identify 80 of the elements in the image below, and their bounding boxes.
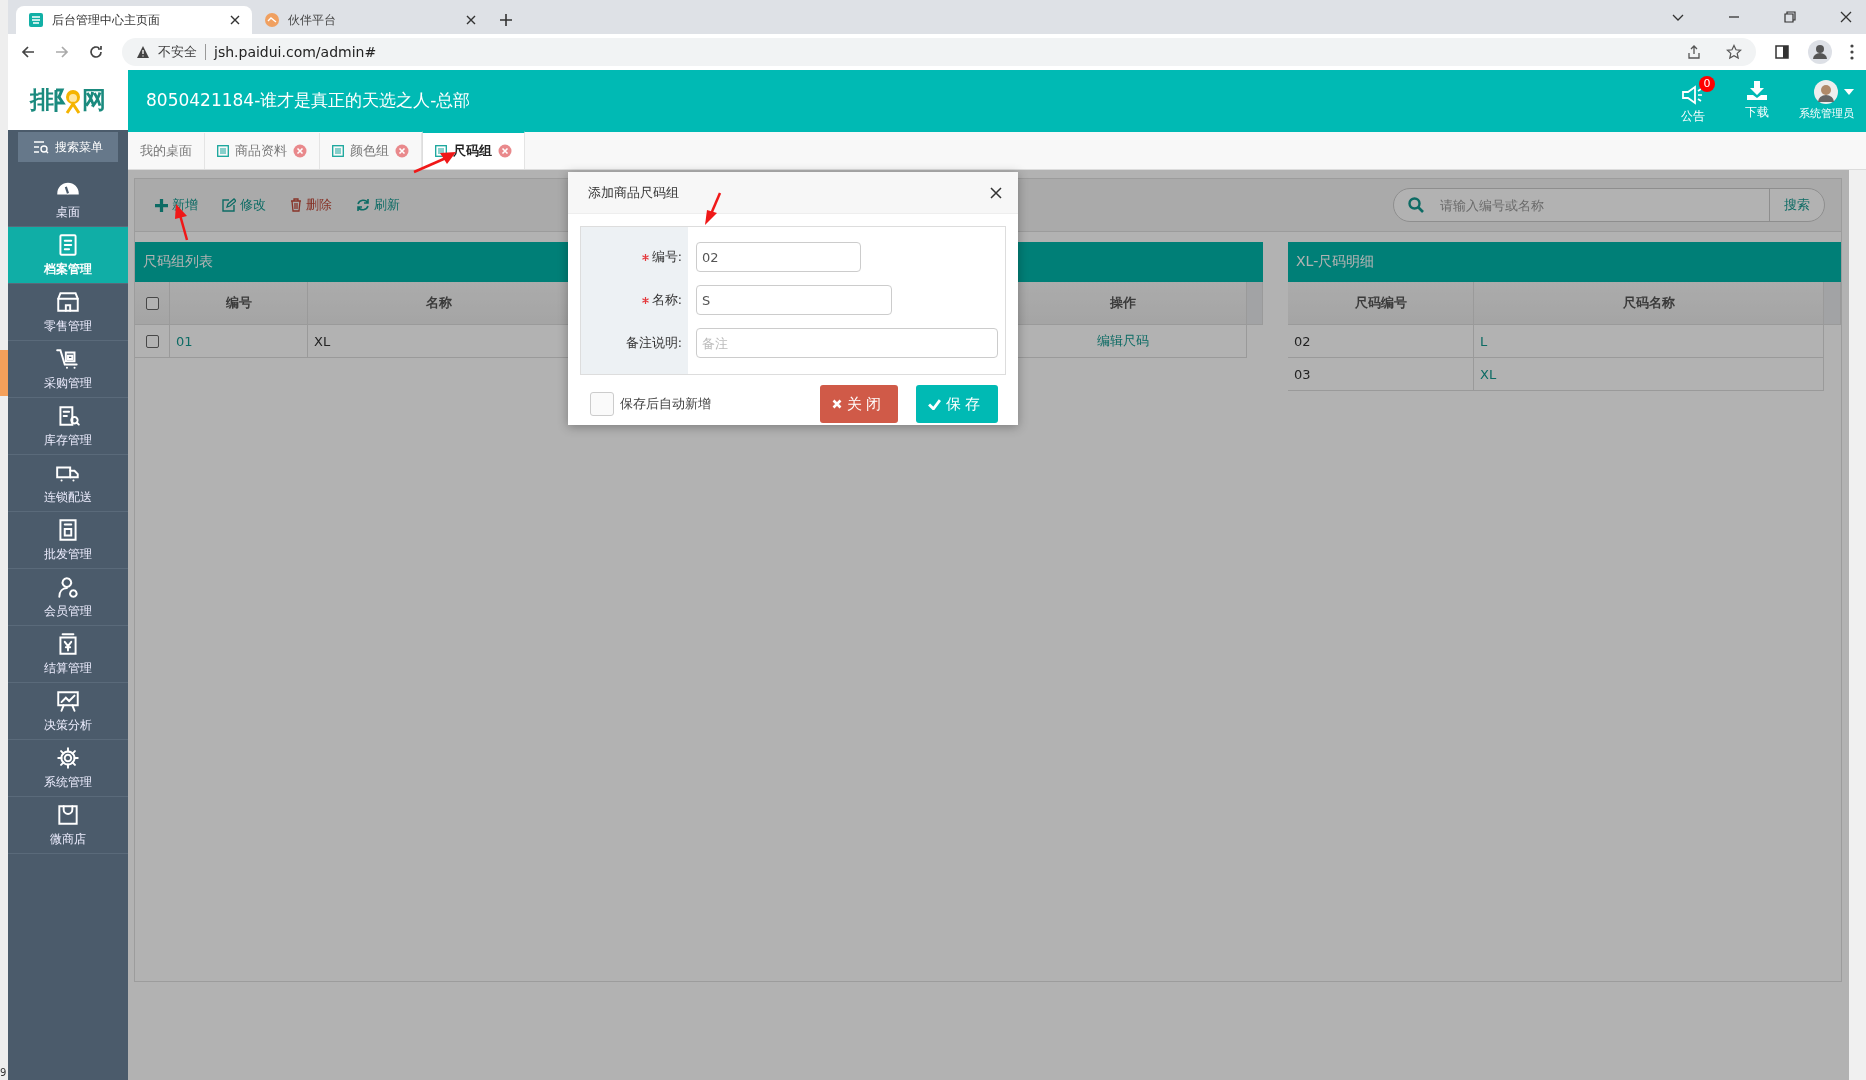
menu-icon	[55, 688, 81, 714]
new-tab-icon[interactable]	[500, 14, 512, 26]
checkbox-label: 保存后自动新增	[620, 395, 711, 413]
scrollbar-corner	[1247, 282, 1263, 325]
logo-text: 网	[82, 85, 106, 116]
profile-icon[interactable]	[1808, 40, 1832, 64]
column-header: 尺码编号	[1288, 282, 1474, 325]
table-icon	[217, 145, 229, 157]
table-cell: XL	[1474, 358, 1824, 391]
table-cell: 03	[1288, 358, 1474, 391]
search-menu-button[interactable]: 搜索菜单	[18, 132, 118, 162]
browser-tab[interactable]: 伙伴平台	[252, 6, 488, 34]
row-checkbox[interactable]	[145, 334, 159, 348]
input-field[interactable]: S	[696, 285, 892, 315]
caret-icon	[1843, 88, 1854, 95]
avatar-icon	[1813, 79, 1838, 104]
select-all-checkbox[interactable]	[145, 296, 159, 310]
download-icon	[1745, 79, 1769, 102]
search-list-icon	[33, 140, 49, 154]
edit-icon	[222, 198, 236, 212]
logo-text: 排	[30, 85, 54, 116]
delete-button[interactable]: 删除	[290, 196, 332, 214]
menu-icon	[55, 289, 81, 315]
megaphone-icon	[1681, 83, 1705, 106]
table-cell: 01	[170, 325, 308, 358]
menu-icon	[55, 745, 81, 771]
column-header: 编号	[170, 282, 308, 325]
address-field[interactable]: 不安全 jsh.paidui.com/admin#	[122, 38, 1756, 66]
plus-icon	[155, 198, 168, 212]
table-cell: L	[1474, 325, 1824, 358]
notice-button[interactable]: 公告 0	[1681, 75, 1715, 125]
handshake-favicon-icon	[264, 12, 280, 28]
company-title: 8050421184-谁才是真正的天选之人-总部	[146, 88, 471, 112]
field-label: 编号:	[651, 248, 682, 266]
restore-icon[interactable]	[1784, 11, 1796, 23]
table-cell: 02	[1288, 325, 1474, 358]
table-icon	[332, 145, 344, 157]
input-field[interactable]: 备注	[696, 328, 998, 358]
notification-badge: 0	[1699, 75, 1715, 92]
auto-new-checkbox[interactable]	[590, 392, 614, 416]
menu-icon	[55, 574, 81, 600]
search-icon	[1408, 197, 1424, 213]
reload-icon[interactable]	[88, 44, 104, 60]
close-icon[interactable]	[466, 15, 476, 25]
field-label: 备注说明:	[625, 334, 682, 352]
close-icon[interactable]	[1840, 11, 1852, 23]
page-tab[interactable]: 商品资料	[205, 133, 320, 169]
browser-tab[interactable]: 后台管理中心主页面	[16, 6, 252, 34]
side-panel-icon[interactable]	[1774, 44, 1790, 60]
page-tab[interactable]: 我的桌面	[128, 133, 205, 169]
menu-icon	[55, 802, 81, 828]
column-header: 尺码名称	[1474, 282, 1824, 325]
column-header: 名称	[308, 282, 570, 325]
dialog-title: 添加商品尺码组	[588, 183, 679, 202]
x-icon	[832, 399, 842, 409]
more-icon[interactable]	[1850, 44, 1854, 60]
back-icon[interactable]	[20, 44, 36, 60]
trash-icon	[290, 198, 302, 212]
check-icon	[928, 398, 941, 410]
url-text: jsh.paidui.com/admin#	[214, 44, 377, 60]
page-tab[interactable]: 尺码组	[422, 131, 525, 169]
mascot-logo-icon	[54, 86, 82, 114]
panel-title: XL-尺码明细	[1288, 242, 1841, 282]
edge-text: 9	[0, 1067, 7, 1078]
side-marker	[0, 350, 8, 396]
table-icon	[435, 145, 447, 157]
close-button[interactable]: 关闭	[820, 385, 898, 423]
scrollbar[interactable]	[1849, 170, 1866, 1080]
menu-icon	[55, 346, 81, 372]
close-icon[interactable]	[230, 15, 240, 25]
annotation-arrow	[702, 192, 722, 226]
close-icon[interactable]	[990, 186, 1002, 199]
warning-icon	[136, 45, 150, 59]
security-label: 不安全	[158, 43, 197, 61]
field-label: 名称:	[651, 291, 682, 309]
app-favicon-icon	[28, 12, 44, 28]
share-icon[interactable]	[1686, 44, 1702, 60]
refresh-icon	[356, 198, 370, 212]
input-field[interactable]: 02	[696, 242, 861, 272]
star-icon[interactable]	[1726, 44, 1742, 60]
